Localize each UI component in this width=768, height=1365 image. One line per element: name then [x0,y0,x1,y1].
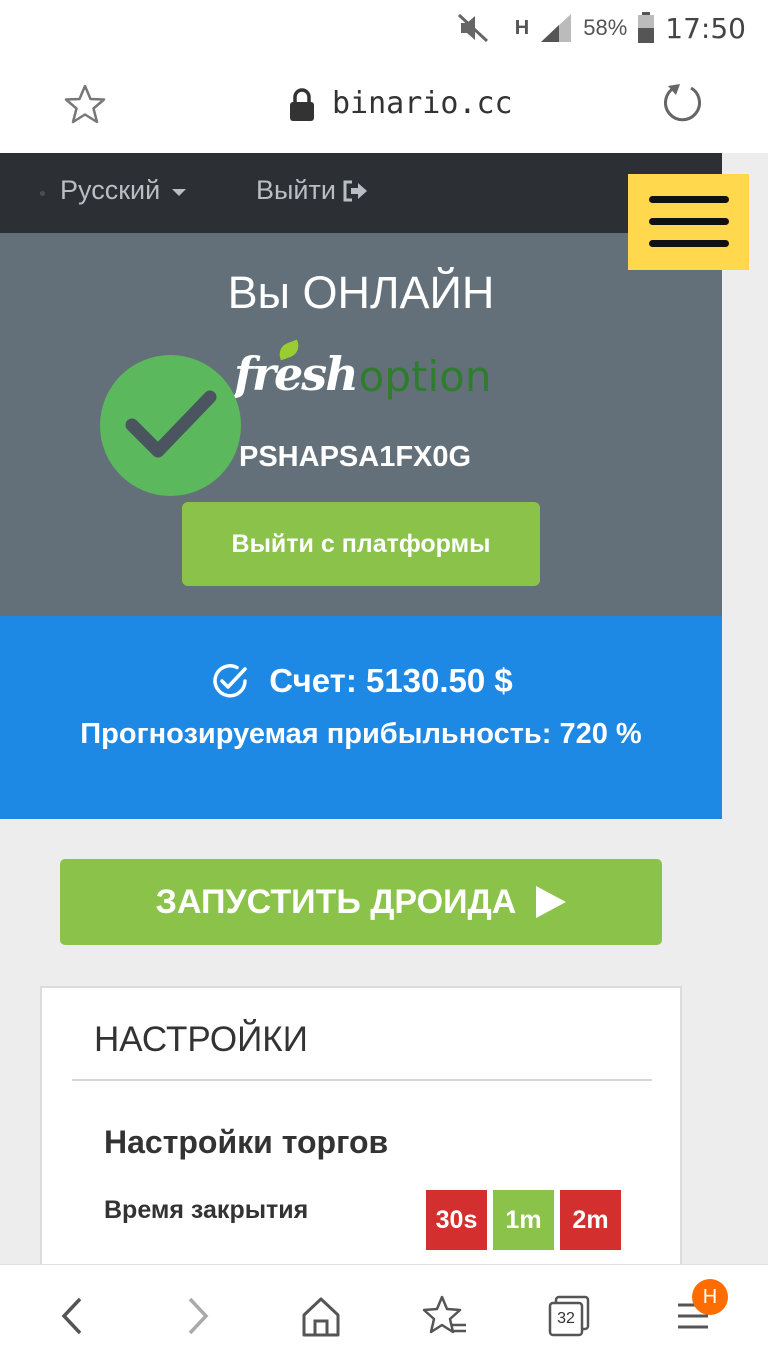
home-icon[interactable] [298,1293,344,1339]
tabs-button[interactable]: 32 [546,1293,592,1339]
check-circle-icon [213,664,247,698]
battery-percent: 58% [583,15,628,40]
projected-profit: Прогнозируемая прибыльность: 720 % [80,718,642,750]
menu-notification-badge: H [692,1279,728,1315]
account-summary: Счет: 5130.50 $ Прогнозируемая прибыльно… [0,616,722,819]
trade-settings-title: Настройки торгов [104,1124,389,1160]
reload-icon[interactable] [660,80,706,126]
start-droid-button[interactable]: ЗАПУСТИТЬ ДРОИДА [60,859,662,945]
url-text[interactable]: binario.cc [332,86,513,121]
site-nav: Русский Выйти [0,153,722,233]
status-bar: H 58% 17:50 [0,0,768,56]
network-type-icon: H [514,16,530,39]
logo-option-text: option [358,352,492,401]
close-time-label: Время закрытия [104,1196,309,1224]
chevron-down-icon [172,189,187,196]
page-title: Вы ОНЛАЙН [227,267,495,318]
browser-address-bar: binario.cc [0,56,768,153]
forward-icon[interactable] [174,1293,220,1339]
divider [72,1079,652,1081]
time-option-30s-button[interactable]: 30s [426,1190,487,1250]
online-check-icon [100,355,241,496]
start-droid-label: ЗАПУСТИТЬ ДРОИДА [155,882,517,921]
language-flag [40,191,45,196]
time-option-1m-button[interactable]: 1m [493,1190,554,1250]
freshoption-logo: fresh option [234,341,491,401]
sign-out-icon [343,180,367,201]
battery-icon [638,12,655,43]
play-icon [536,886,567,918]
settings-card: НАСТРОЙКИ Настройки торгов Время закрыти… [40,986,682,1276]
back-icon[interactable] [50,1293,96,1339]
account-id: PSHAPSA1FX0G [239,441,472,473]
lock-icon [290,88,314,121]
clock: 17:50 [665,11,746,45]
menu-line [649,218,729,225]
hamburger-menu-button[interactable] [628,174,749,270]
exit-platform-button[interactable]: Выйти с платформы [182,502,540,586]
signal-icon [541,14,572,42]
tabs-count: 32 [557,1310,575,1327]
logout-label: Выйти [256,175,336,205]
menu-line [649,196,729,203]
browser-bottom-bar: 32 H [0,1264,768,1365]
menu-line [649,240,729,247]
online-panel: Вы ОНЛАЙН fresh option PSHAPSA1FX0G Выйт… [0,233,722,616]
mute-icon [457,13,488,43]
language-dropdown[interactable]: Русский [60,175,187,206]
bookmark-star-icon[interactable] [62,82,108,128]
language-label: Русский [60,175,161,205]
logo-fresh-text: fresh [234,347,359,401]
settings-title: НАСТРОЙКИ [94,1020,308,1059]
balance-text: Счет: 5130.50 $ [269,662,513,699]
balance-line: Счет: 5130.50 $ [0,660,722,702]
time-option-2m-button[interactable]: 2m [560,1190,621,1250]
logout-link[interactable]: Выйти [256,175,368,206]
bookmarks-icon[interactable] [422,1293,468,1339]
